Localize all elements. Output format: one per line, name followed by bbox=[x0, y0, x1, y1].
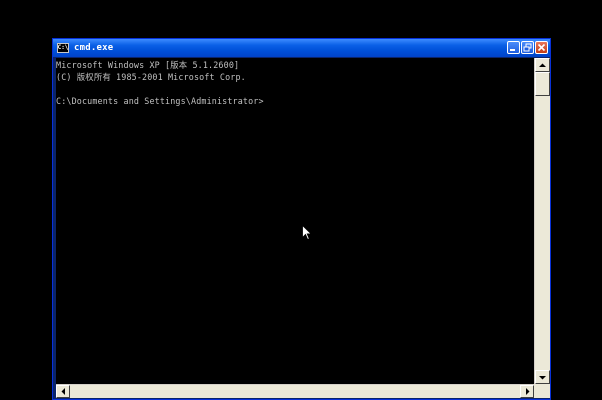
restore-button[interactable] bbox=[521, 41, 534, 54]
vertical-scroll-thumb[interactable] bbox=[535, 72, 550, 96]
scroll-up-button[interactable] bbox=[535, 58, 550, 72]
horizontal-scrollbar[interactable] bbox=[56, 384, 534, 398]
minimize-icon bbox=[510, 49, 515, 51]
scroll-left-button[interactable] bbox=[56, 385, 70, 398]
console-icon[interactable]: C:\ bbox=[57, 43, 69, 53]
command-prompt: C:\Documents and Settings\Administrator> bbox=[56, 96, 264, 106]
window-controls bbox=[507, 41, 548, 54]
arrow-down-icon bbox=[539, 375, 546, 379]
console-icon-label: C:\ bbox=[57, 44, 69, 51]
arrow-cursor-icon bbox=[302, 225, 312, 241]
console-line: (C) 版权所有 1985-2001 Microsoft Corp. bbox=[56, 72, 246, 82]
close-button[interactable] bbox=[535, 41, 548, 54]
console-line: Microsoft Windows XP [版本 5.1.2600] bbox=[56, 60, 240, 70]
restore-icon bbox=[523, 43, 532, 52]
scrollbar-corner bbox=[534, 384, 550, 398]
cmd-window[interactable]: C:\ cmd.exe Microsoft Windows XP [版本 5.1… bbox=[52, 38, 551, 400]
arrow-up-icon bbox=[539, 63, 546, 67]
arrow-left-icon bbox=[61, 388, 65, 395]
vertical-scrollbar[interactable] bbox=[534, 58, 550, 384]
desktop: C:\ cmd.exe Microsoft Windows XP [版本 5.1… bbox=[0, 0, 602, 400]
arrow-right-icon bbox=[525, 388, 529, 395]
console-output[interactable]: Microsoft Windows XP [版本 5.1.2600] (C) 版… bbox=[56, 58, 534, 384]
title-bar[interactable]: C:\ cmd.exe bbox=[53, 39, 550, 57]
minimize-button[interactable] bbox=[507, 41, 520, 54]
scroll-down-button[interactable] bbox=[535, 370, 550, 384]
scroll-right-button[interactable] bbox=[520, 385, 534, 398]
close-icon bbox=[537, 43, 546, 52]
window-title: cmd.exe bbox=[74, 43, 114, 53]
